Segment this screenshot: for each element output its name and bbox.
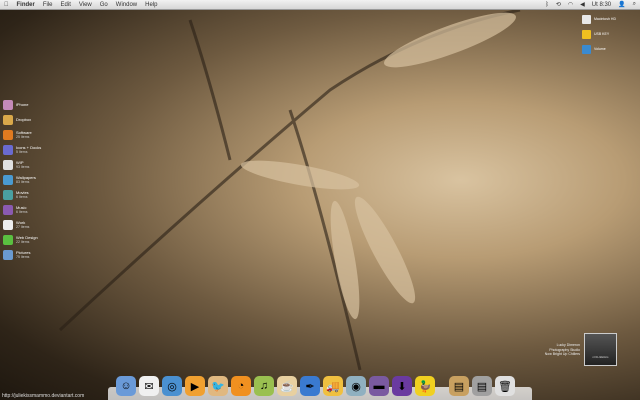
menu-go[interactable]: Go [100,2,108,8]
menu-edit[interactable]: Edit [61,2,71,8]
menu-help[interactable]: Help [145,2,157,8]
menu-window[interactable]: Window [116,2,137,8]
folder-name: Movies [16,189,29,195]
folder-count: 22 Items [16,239,30,244]
apple-menu[interactable]:  [4,2,9,8]
dock-twitter-icon[interactable]: 🐦 [208,376,228,396]
folder-icon [3,144,13,155]
folder-name: Wallpapers [16,174,36,180]
folder-count: 6 Items [16,209,28,214]
dock-cyberduck-icon[interactable]: 🦆 [415,376,435,396]
folder-10[interactable]: Pictures 75 Items [3,247,63,262]
drive-0[interactable]: Macintosh HD [582,12,640,27]
folder-count: 6 Items [16,194,28,199]
timemachine-icon[interactable]: ⟲ [556,1,561,8]
album-art-widget[interactable]: nOtLIkEtHis [584,333,617,366]
menu-app-finder[interactable]: Finder [17,2,35,8]
folder-4[interactable]: WIP 93 Items [3,157,63,172]
clock[interactable]: Ut 8:30 [592,2,611,8]
dock-itunes-icon[interactable]: ♫ [254,376,274,396]
folder-1[interactable]: Dropbox [3,112,63,127]
status-url: http://juliekissmammo.deviantart.com [2,393,85,399]
dock-finder-icon[interactable]: ☺ [116,376,136,396]
folder-icon [3,234,13,245]
folder-icon [3,204,13,215]
drive-icon [582,15,591,24]
dock-feather-icon[interactable]: ✒ [300,376,320,396]
menu-view[interactable]: View [79,2,92,8]
folder-7[interactable]: Music 6 Items [3,202,63,217]
bluetooth-icon[interactable]: ᛒ [545,2,549,8]
dock: ☺ ✉ ◎ ▶ 🐦 ◔ ♫ ☕ ✒ 🚚 ◉ ▬ ⬇ 🦆 ▤ ▤ 🗑 [108,366,532,400]
dock-coffee-icon[interactable]: ☕ [277,376,297,396]
volume-icon[interactable]: ◀ [580,1,585,8]
folder-name: Icons + Docks [16,144,42,150]
folder-name: Web Design [16,234,38,240]
folder-9[interactable]: Web Design 22 Items [3,232,63,247]
folder-name: iPhone [16,102,29,107]
folder-icon [3,99,13,110]
folder-name: Software [16,129,32,135]
drive-name: Volume [594,47,606,52]
menu-file[interactable]: File [43,2,53,8]
folder-icon [3,249,13,260]
folder-icon [3,174,13,185]
folder-icon [3,189,13,200]
drive-2[interactable]: Volume [582,42,640,57]
folder-8[interactable]: Work 27 Items [3,217,63,232]
dock-safari-icon[interactable]: ◎ [162,376,182,396]
folder-name: Pictures [16,249,31,255]
folder-count: 5 Items [16,149,28,154]
folder-icon [3,129,13,140]
drive-name: Macintosh HD [594,17,616,22]
folder-icon [3,114,13,125]
menu-bar:  Finder File Edit View Go Window Help ᛒ… [0,0,640,10]
dock-ichat-icon[interactable]: ▶ [185,376,205,396]
folder-3[interactable]: Icons + Docks 5 Items [3,142,63,157]
folder-2[interactable]: Software 25 Items [3,127,63,142]
dock-time-machine-icon[interactable]: ◉ [346,376,366,396]
folder-count: 83 Items [16,179,30,184]
dock-transmit-icon[interactable]: 🚚 [323,376,343,396]
folder-name: Dropbox [16,117,32,122]
drive-icon [582,45,591,54]
folder-name: Music [16,204,27,210]
folder-count: 93 Items [16,164,30,169]
folder-count: 25 Items [16,134,30,139]
folder-0[interactable]: iPhone [3,97,63,112]
dock-documents-icon[interactable]: ▤ [449,376,469,396]
dock-rss-icon[interactable]: ◔ [231,376,251,396]
folder-icon [3,159,13,170]
dock-downloads-icon[interactable]: ⬇ [392,376,412,396]
folder-5[interactable]: Wallpapers 83 Items [3,172,63,187]
drive-icon [582,30,591,39]
user-icon[interactable]: 👤 [618,1,625,8]
dock-milka-icon[interactable]: ▬ [369,376,389,396]
desktop-folders: iPhone Dropbox Software 25 Items Icons + Doc… [3,97,63,262]
widget-caption: nOtLIkEtHis [592,355,609,359]
dock-trash-icon[interactable]: 🗑 [495,376,515,396]
drive-name: USB KEY [594,32,610,37]
widget-line: Now Bright Up Chillers [544,352,580,356]
folder-count: 75 Items [16,254,30,259]
dock-mail-icon[interactable]: ✉ [139,376,159,396]
dock-applications-icon[interactable]: ▤ [472,376,492,396]
wallpaper-grass [58,8,521,371]
widget-text: Lucky Dimeron Photography Studio Now Bri… [530,343,580,357]
drive-1[interactable]: USB KEY [582,27,640,42]
folder-count: 27 Items [16,224,30,229]
folder-6[interactable]: Movies 6 Items [3,187,63,202]
desktop-drives: Macintosh HD USB KEY Volume [582,12,640,57]
wifi-icon[interactable]: ◠ [568,1,573,8]
folder-icon [3,219,13,230]
spotlight-icon[interactable]: ⌕ [633,1,636,8]
